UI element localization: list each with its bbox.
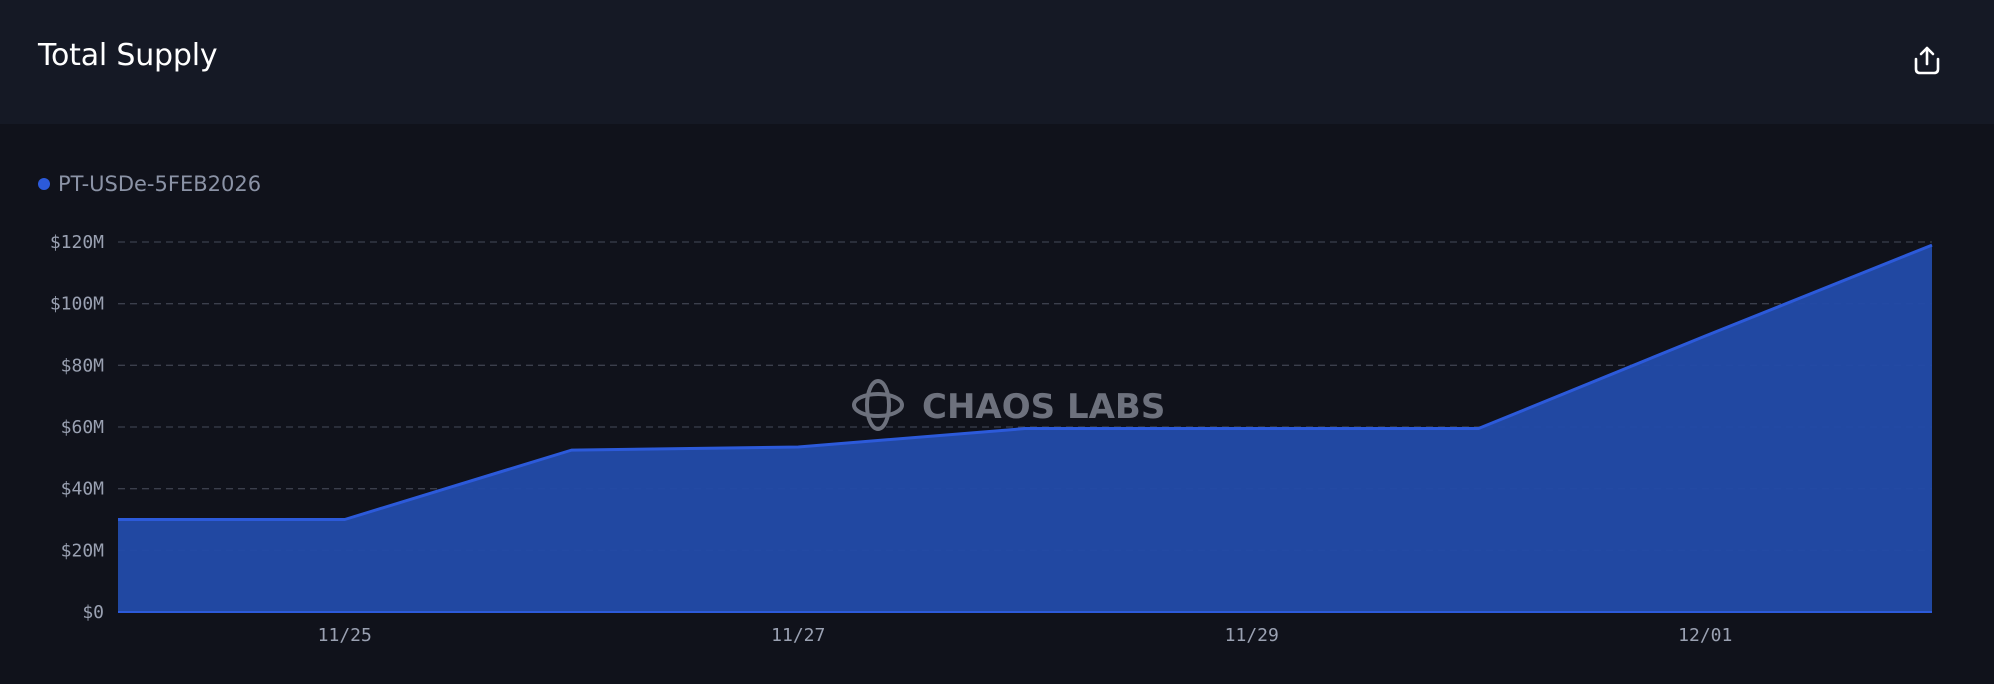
x-tick-label: 11/29 [1225, 625, 1279, 646]
y-tick-label: $80M [61, 355, 105, 376]
x-tick-label: 11/25 [318, 625, 372, 646]
data-point[interactable] [567, 445, 577, 455]
data-point[interactable] [1700, 331, 1710, 341]
watermark: CHAOS LABS [852, 379, 1165, 431]
data-point[interactable] [1020, 424, 1030, 434]
x-tick-label: 11/27 [771, 625, 825, 646]
data-point[interactable] [1474, 424, 1484, 434]
data-point[interactable] [793, 442, 803, 452]
data-point[interactable] [113, 515, 123, 525]
total-supply-card: Total Supply PT-USDe-5FEB2026 CHAOS LABS… [0, 0, 1994, 684]
y-tick-label: $100M [50, 294, 104, 315]
y-tick-label: $120M [50, 232, 104, 253]
x-tick-label: 12/01 [1678, 625, 1732, 646]
y-tick-label: $0 [82, 602, 104, 623]
y-tick-label: $40M [61, 479, 105, 500]
y-tick-label: $60M [61, 417, 105, 438]
total-supply-chart: CHAOS LABS $0$20M$40M$60M$80M$100M$120M … [50, 232, 1937, 646]
data-point[interactable] [1927, 240, 1937, 250]
x-axis: 11/25 11/27 11/29 12/01 [318, 625, 1733, 646]
data-point[interactable] [340, 515, 350, 525]
y-tick-label: $20M [61, 540, 105, 561]
watermark-text: CHAOS LABS [922, 387, 1165, 427]
y-axis: $0 $20M $40M $60M $80M $100M $120M [50, 232, 104, 623]
data-point[interactable] [1247, 424, 1257, 434]
chaos-labs-logo-icon [852, 379, 904, 431]
